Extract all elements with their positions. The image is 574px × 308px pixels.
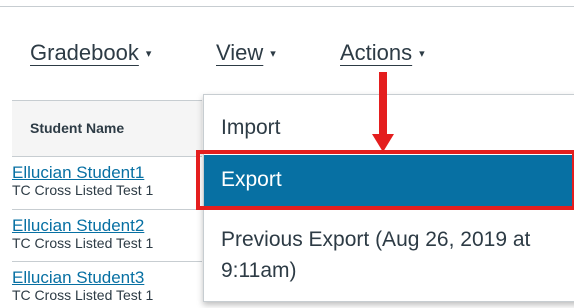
table-row: Ellucian Student2 TC Cross Listed Test 1 <box>12 216 204 252</box>
table-row: Ellucian Student1 TC Cross Listed Test 1 <box>12 163 204 199</box>
table-row: Ellucian Student3 TC Cross Listed Test 1 <box>12 268 204 304</box>
chevron-down-icon: ▾ <box>419 48 425 60</box>
actions-menu-label: Actions <box>340 40 413 65</box>
view-menu-label: View <box>216 40 264 65</box>
gradebook-menu-bar: Gradebook ▾ View ▾ Actions ▾ <box>0 40 574 72</box>
row-divider <box>12 261 202 262</box>
column-header-label: Student Name <box>30 120 125 136</box>
student-section: TC Cross Listed Test 1 <box>12 235 154 251</box>
previous-export-menu-item[interactable]: Previous Export (Aug 26, 2019 at 9:11am) <box>204 215 574 291</box>
student-name-link[interactable]: Ellucian Student1 <box>12 163 204 182</box>
student-name-link[interactable]: Ellucian Student3 <box>12 268 204 287</box>
import-label: Import <box>221 116 281 139</box>
top-divider <box>0 6 574 7</box>
row-divider <box>12 209 202 210</box>
previous-export-label: Previous Export (Aug 26, 2019 at 9:11am) <box>221 228 531 282</box>
student-section: TC Cross Listed Test 1 <box>12 287 154 303</box>
arrow-down-icon <box>372 134 394 152</box>
student-name-link[interactable]: Ellucian Student2 <box>12 216 204 235</box>
annotation-arrow-shaft <box>379 72 387 136</box>
chevron-down-icon: ▾ <box>270 48 276 60</box>
export-menu-item[interactable]: Export <box>204 155 574 207</box>
view-menu-button[interactable]: View ▾ <box>216 40 276 66</box>
actions-dropdown-menu: Import Export Previous Export (Aug 26, 2… <box>203 94 574 302</box>
gradebook-menu-button[interactable]: Gradebook ▾ <box>30 40 151 66</box>
export-label: Export <box>221 168 282 191</box>
actions-menu-button[interactable]: Actions ▾ <box>340 40 425 66</box>
chevron-down-icon: ▾ <box>145 48 152 60</box>
student-name-column-header[interactable]: Student Name <box>12 100 202 157</box>
student-section: TC Cross Listed Test 1 <box>12 182 154 198</box>
gradebook-menu-label: Gradebook <box>30 40 139 65</box>
